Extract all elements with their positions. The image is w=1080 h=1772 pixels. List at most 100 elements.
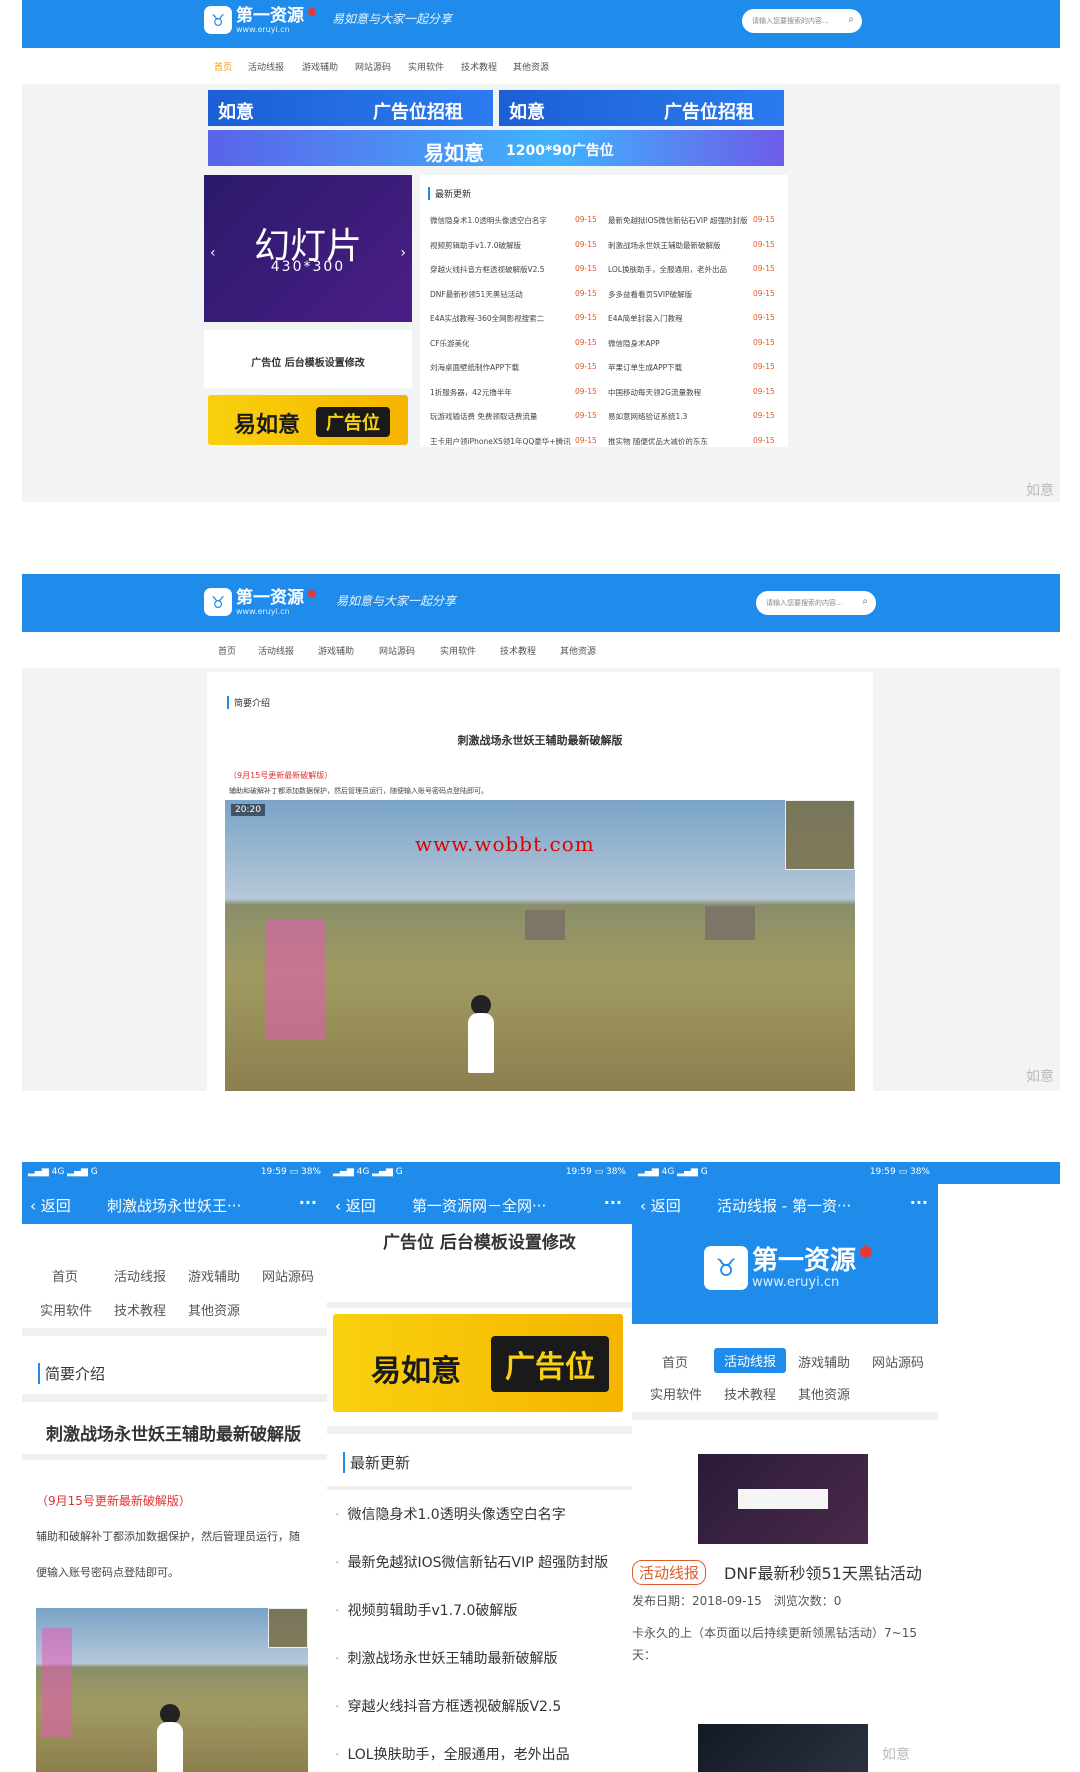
search-icon[interactable]: ⌕ [862, 596, 868, 607]
notification-dot [860, 1246, 873, 1258]
ad-banner-left[interactable]: 如意 广告位招租 [208, 90, 493, 126]
news-item[interactable]: 刺激战场永世妖王辅助最新破解版 09-15 [608, 240, 783, 251]
nav-item-source[interactable]: 网站源码 [872, 1352, 924, 1371]
list-item[interactable]: 视频剪辑助手v1.7.0破解版 [335, 1600, 517, 1620]
list-item[interactable]: 刺激战场永世妖王辅助最新破解版 [335, 1648, 557, 1668]
site-logo[interactable]: ♉ 第一资源 www.eruyi.cn [204, 6, 316, 34]
building [525, 910, 565, 940]
nav-item-tutorial[interactable]: 技术教程 [724, 1384, 776, 1403]
minimap [785, 800, 855, 870]
yellow-ad[interactable]: 易如意 广告位 [208, 395, 408, 445]
nav-item-activity[interactable]: 活动线报 [248, 60, 284, 73]
news-item[interactable]: 推实物 随便优品大减价的东东 09-15 [608, 436, 783, 447]
status-bar: ▂▄▆ 4G ▂▄▆ G 19:59 ▭ 38% [22, 1162, 327, 1184]
post-thumbnail[interactable] [698, 1724, 868, 1772]
yellow-ad[interactable]: 易如意 广告位 [333, 1314, 623, 1412]
back-button[interactable]: ‹ 返回 [335, 1195, 376, 1216]
slide-next-icon[interactable]: › [400, 245, 406, 261]
nav-item-tutorial[interactable]: 技术教程 [461, 60, 497, 73]
news-item[interactable]: 王卡用户领iPhoneXS领1年QQ豪华+腾讯 09-15 [430, 436, 605, 447]
watermark: 如意 [1026, 1069, 1054, 1085]
list-item[interactable]: 穿越火线抖音方框透视破解版V2.5 [335, 1696, 561, 1716]
nav-item-software[interactable]: 实用软件 [650, 1384, 702, 1403]
nav-item-software[interactable]: 实用软件 [440, 644, 476, 657]
news-date: 09-15 [753, 386, 775, 396]
game-screenshot: 20:20 www.wobbt.com [225, 800, 855, 1091]
notification-dot [308, 8, 316, 16]
news-item[interactable]: 穿越火线抖音方框透视破解版V2.5 09-15 [430, 264, 605, 275]
site-logo[interactable]: ♉ 第一资源 www.eruyi.cn [204, 588, 316, 616]
news-title: 微信隐身术1.0透明头像透空白名字 [430, 216, 547, 225]
news-title: 王卡用户领iPhoneXS领1年QQ豪华+腾讯 [430, 436, 571, 446]
post-title[interactable]: DNF最新秒领51天黑钻活动 [724, 1560, 938, 1584]
more-icon[interactable]: ··· [299, 1193, 317, 1212]
nav-item-home[interactable]: 首页 [218, 644, 236, 657]
site-logo-banner: ♉ 第一资源 www.eruyi.cn [632, 1224, 938, 1324]
news-title: DNF最新秒领51天黑钻活动 [430, 289, 523, 299]
news-item[interactable]: LOL换肤助手，全服通用，老外出品 09-15 [608, 264, 783, 275]
nav-item-source[interactable]: 网站源码 [262, 1266, 314, 1285]
news-item[interactable]: 中国移动每天领2G流量教程 09-15 [608, 387, 783, 398]
news-title: 刘海桌面壁纸制作APP下载 [430, 363, 520, 372]
news-item[interactable]: 1折服务器，42元撸半年 09-15 [430, 387, 605, 398]
nav-item-other[interactable]: 其他资源 [513, 60, 549, 73]
more-icon[interactable]: ··· [910, 1193, 928, 1212]
list-item[interactable]: LOL换肤助手，全服通用，老外出品 [335, 1744, 569, 1764]
nav-item-tutorial[interactable]: 技术教程 [500, 644, 536, 657]
yellow-ad-text: 广告位 [491, 1336, 609, 1392]
search-input[interactable]: 请输入您要搜索的内容... ⌕ [742, 9, 862, 33]
nav-item-other[interactable]: 其他资源 [188, 1300, 240, 1319]
more-icon[interactable]: ··· [604, 1193, 622, 1212]
nav-item-game-assist[interactable]: 游戏辅助 [798, 1352, 850, 1371]
news-item[interactable]: 微信隐身术APP 09-15 [608, 338, 783, 349]
news-item[interactable]: 多多益看看页SVIP破解版 09-15 [608, 289, 783, 300]
nav-item-tutorial[interactable]: 技术教程 [114, 1300, 166, 1319]
news-item[interactable]: 苹果订单生成APP下载 09-15 [608, 362, 783, 373]
post-thumbnail[interactable] [698, 1454, 868, 1544]
ad-brand: 如意 [218, 102, 254, 123]
nav-item-software[interactable]: 实用软件 [40, 1300, 92, 1319]
nav-item-home[interactable]: 首页 [662, 1352, 688, 1371]
list-item[interactable]: 微信隐身术1.0透明头像透空白名字 [335, 1504, 565, 1524]
nav-item-source[interactable]: 网站源码 [355, 60, 391, 73]
slideshow[interactable]: ‹ 幻灯片 430*300 › [204, 175, 412, 322]
nav-item-home[interactable]: 首页 [214, 60, 232, 73]
news-item[interactable]: E4A简单封装入门教程 09-15 [608, 313, 783, 324]
watermark: 如意 [882, 1747, 910, 1763]
nav-item-activity[interactable]: 活动线报 [114, 1266, 166, 1285]
list-item[interactable]: 最新免越狱IOS微信新钻石VIP 超强防封版 [335, 1552, 608, 1572]
nav-item-other[interactable]: 其他资源 [560, 644, 596, 657]
nav-item-software[interactable]: 实用软件 [408, 60, 444, 73]
nav-item-source[interactable]: 网站源码 [379, 644, 415, 657]
nav-item-activity[interactable]: 活动线报 [714, 1348, 787, 1373]
nav-item-activity[interactable]: 活动线报 [258, 644, 294, 657]
news-date: 09-15 [575, 288, 597, 298]
back-button[interactable]: ‹ 返回 [30, 1195, 71, 1216]
category-tag[interactable]: 活动线报 [632, 1560, 707, 1585]
news-item[interactable]: 视频剪辑助手v1.7.0破解版 09-15 [430, 240, 605, 251]
ad-banner-right[interactable]: 如意 广告位招租 [499, 90, 784, 126]
news-item[interactable]: 玩游戏输话费 免费领取话费流量 09-15 [430, 411, 605, 422]
news-item[interactable]: 最新免越狱iOS微信新钻石VIP 超强防封版 09-15 [608, 215, 783, 226]
divider [22, 1394, 327, 1402]
news-item[interactable]: 易如意网络验证系统1.3 09-15 [608, 411, 783, 422]
nav-item-home[interactable]: 首页 [52, 1266, 78, 1285]
news-item[interactable]: CF乐游美化 09-15 [430, 338, 605, 349]
nav-item-game-assist[interactable]: 游戏辅助 [302, 60, 338, 73]
search-input[interactable]: 请输入您要搜索的内容... ⌕ [756, 591, 876, 615]
news-item[interactable]: 微信隐身术1.0透明头像透空白名字 09-15 [430, 215, 605, 226]
nav-item-other[interactable]: 其他资源 [798, 1384, 850, 1403]
desktop-article-screenshot: ♉ 第一资源 www.eruyi.cn 易如意与大家一起分享 请输入您要搜索的内… [22, 574, 1060, 1091]
article-panel: 简要介绍 刺激战场永世妖王辅助最新破解版 （9月15号更新最新破解版） 辅助和破… [207, 672, 873, 1091]
nav-item-game-assist[interactable]: 游戏辅助 [318, 644, 354, 657]
news-item[interactable]: E4A实战教程-360全网影视搜索二 09-15 [430, 313, 605, 324]
site-logo[interactable]: ♉ 第一资源 www.eruyi.cn [704, 1246, 873, 1290]
search-placeholder: 请输入您要搜索的内容... [766, 599, 843, 607]
nav-item-game-assist[interactable]: 游戏辅助 [188, 1266, 240, 1285]
news-item[interactable]: DNF最新秒领51天黑钻活动 09-15 [430, 289, 605, 300]
news-item[interactable]: 刘海桌面壁纸制作APP下载 09-15 [430, 362, 605, 373]
page-title: 活动线报 - 第一资··· [717, 1197, 852, 1215]
back-button[interactable]: ‹ 返回 [640, 1195, 681, 1216]
ad-banner-wide[interactable]: 易如意 1200*90广告位 [208, 130, 784, 166]
search-icon[interactable]: ⌕ [848, 14, 854, 25]
